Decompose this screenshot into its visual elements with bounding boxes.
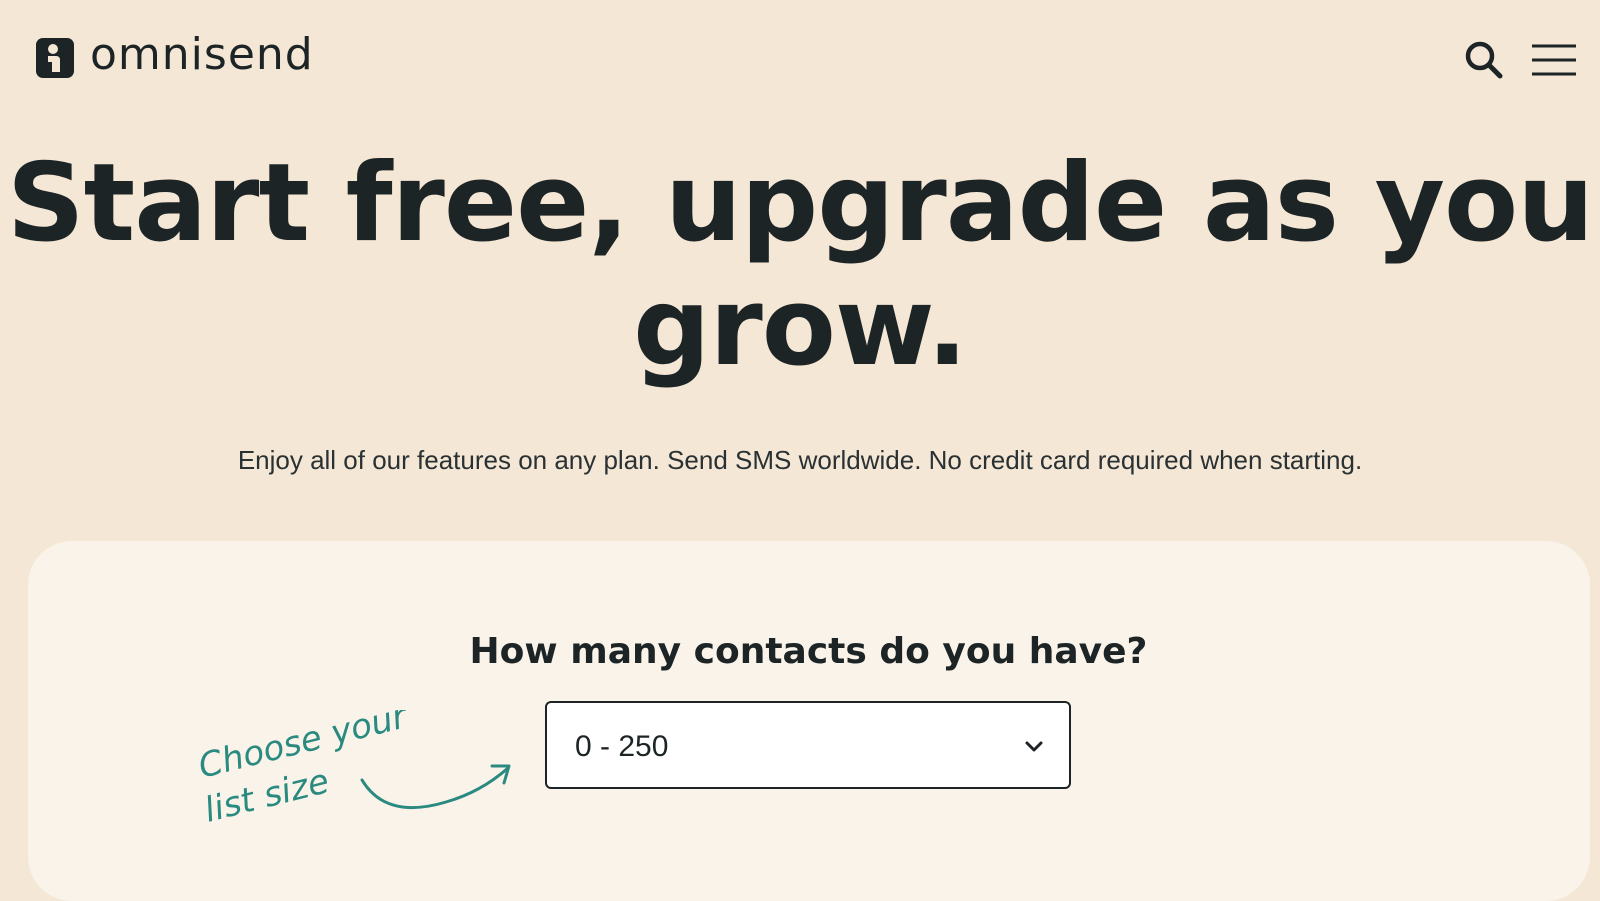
omnisend-logo-icon (36, 38, 74, 78)
hero-title: Start free, upgrade as you grow. (6, 141, 1594, 390)
search-button[interactable] (1462, 38, 1506, 82)
hamburger-menu-icon (1532, 44, 1576, 76)
hero-subtitle: Enjoy all of our features on any plan. S… (237, 445, 1363, 475)
search-icon (1465, 41, 1503, 79)
chevron-down-icon (1025, 741, 1043, 752)
logo-wordmark: omnisend (90, 29, 314, 80)
curved-arrow-icon (360, 764, 511, 810)
list-size-annotation: Choose your list size (196, 710, 511, 831)
contacts-question: How many contacts do you have? (469, 631, 1148, 672)
menu-button[interactable] (1530, 40, 1578, 80)
contacts-select-value: 0 - 250 (575, 730, 669, 763)
omnisend-logo[interactable]: omnisend (36, 33, 314, 78)
site-header: omnisend (0, 0, 1600, 120)
contacts-select[interactable]: 0 - 250 (545, 701, 1071, 789)
